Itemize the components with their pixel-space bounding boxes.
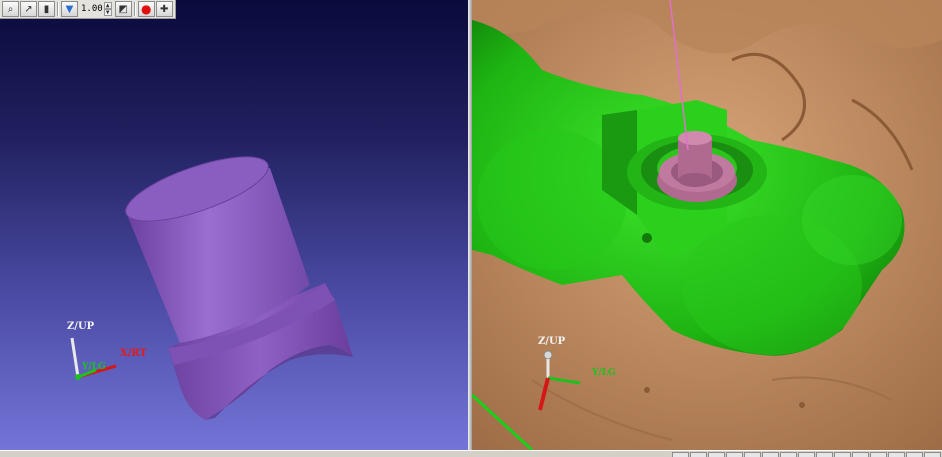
left-3d-viewport[interactable]: Z/UP X/RT Y/LG ⌕ ↗ ▮ ▼ 1.00 ▲ ▼ ◩ ● ✚	[0, 0, 468, 450]
film-button[interactable]: ▮	[38, 1, 55, 17]
crop-icon: ◩	[118, 3, 128, 15]
status-cell	[780, 452, 797, 457]
magnifier-icon: ⌕	[7, 3, 14, 15]
y-axis-label: Y/LG	[82, 362, 106, 372]
status-cell	[672, 452, 689, 457]
status-cell	[708, 452, 725, 457]
status-cell	[870, 452, 887, 457]
y-axis-label: Y/LG	[592, 368, 616, 378]
stop-button[interactable]: ●	[137, 1, 155, 17]
select-button[interactable]: ↗	[20, 1, 37, 17]
right-3d-viewport[interactable]: Z/UP Y/LG	[472, 0, 942, 450]
status-cell	[690, 452, 707, 457]
status-cell	[816, 452, 833, 457]
axis-gizmo	[538, 350, 581, 411]
view-toggle-button[interactable]: ▼	[61, 1, 78, 17]
spin-up-icon[interactable]: ▲	[103, 2, 112, 9]
status-cell	[888, 452, 905, 457]
status-bar	[0, 450, 942, 457]
pointer-icon: ↗	[24, 3, 33, 15]
toolbar-separator	[133, 2, 136, 16]
status-cell	[726, 452, 743, 457]
status-cell	[924, 452, 941, 457]
axis-gizmo	[70, 337, 117, 380]
toolbar-separator	[57, 2, 59, 16]
chevron-down-icon: ▼	[65, 3, 74, 15]
viewer-toolbar: ⌕ ↗ ▮ ▼ 1.00 ▲ ▼ ◩ ● ✚	[0, 0, 176, 19]
z-axis-label: Z/UP	[67, 321, 95, 332]
status-cell	[906, 452, 923, 457]
crop-button[interactable]: ◩	[114, 1, 132, 17]
status-cell	[852, 452, 869, 457]
status-cell	[762, 452, 779, 457]
status-cell	[798, 452, 815, 457]
record-icon: ●	[140, 2, 152, 16]
z-axis-label: Z/UP	[538, 336, 566, 347]
plus-icon: ✚	[159, 3, 169, 15]
add-button[interactable]: ✚	[155, 1, 173, 17]
spin-arrows[interactable]: ▲ ▼	[103, 2, 112, 16]
zoom-fit-button[interactable]: ⌕	[2, 1, 19, 17]
spin-down-icon[interactable]: ▼	[103, 9, 112, 16]
film-icon: ▮	[43, 3, 50, 15]
status-cell	[834, 452, 851, 457]
x-axis-label: X/RT	[120, 348, 147, 359]
status-cell	[744, 452, 761, 457]
app-window: Z/UP X/RT Y/LG ⌕ ↗ ▮ ▼ 1.00 ▲ ▼ ◩ ● ✚ Z/…	[0, 0, 942, 457]
scale-spinbox[interactable]: 1.00 ▲ ▼	[79, 1, 114, 17]
scale-value: 1.00	[81, 4, 103, 14]
